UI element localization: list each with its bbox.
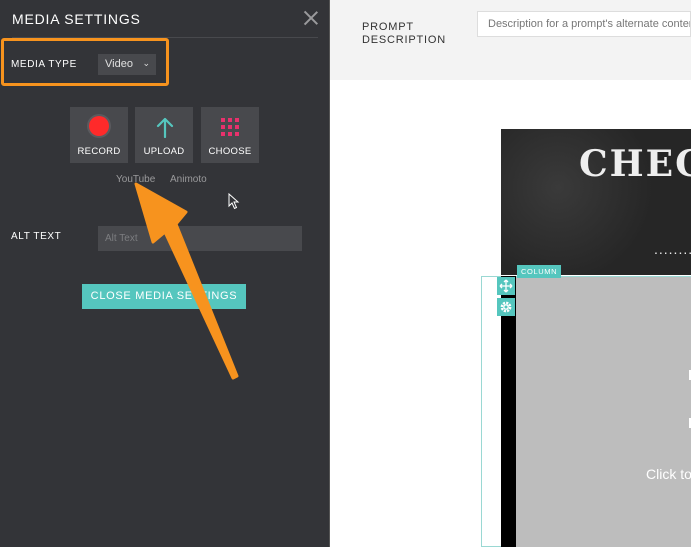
move-button[interactable] — [497, 277, 515, 295]
panel-divider — [329, 0, 330, 547]
banner-dots: .......... — [654, 241, 691, 257]
chalkboard-banner: CHEC .......... — [501, 129, 691, 275]
close-icon[interactable] — [302, 9, 320, 27]
choose-label: CHOOSE — [208, 146, 252, 157]
record-dot-icon — [89, 116, 109, 136]
grid-icon — [221, 118, 239, 136]
click-to-add-text[interactable]: Click to — [646, 466, 691, 482]
record-button[interactable]: RECORD — [70, 107, 128, 163]
alt-text-label: ALT TEXT — [11, 231, 62, 242]
column-edge — [501, 276, 516, 547]
record-label: RECORD — [77, 146, 121, 157]
choose-button[interactable]: CHOOSE — [201, 107, 259, 163]
highlight-box — [1, 38, 169, 86]
upload-button[interactable]: UPLOAD — [135, 107, 193, 163]
alt-text-input[interactable] — [98, 226, 302, 251]
youtube-link[interactable]: YouTube — [116, 174, 155, 185]
panel-title: MEDIA SETTINGS — [12, 11, 141, 27]
close-media-settings-button[interactable]: CLOSE MEDIA SETTINGS — [82, 284, 246, 309]
move-icon — [499, 279, 513, 293]
animoto-link[interactable]: Animoto — [170, 174, 207, 185]
mouse-cursor-icon — [228, 193, 240, 210]
banner-title: CHEC — [579, 143, 691, 185]
gear-icon — [500, 301, 512, 313]
column-tag[interactable]: COLUMN — [517, 265, 562, 278]
prompt-description-input[interactable]: Description for a prompt's alternate con… — [477, 11, 691, 37]
column-settings-button[interactable] — [497, 298, 515, 316]
upload-label: UPLOAD — [143, 146, 185, 157]
up-arrow-icon — [156, 117, 174, 138]
prompt-description-label: PROMPT DESCRIPTION — [362, 21, 446, 46]
media-placeholder[interactable] — [516, 277, 691, 547]
